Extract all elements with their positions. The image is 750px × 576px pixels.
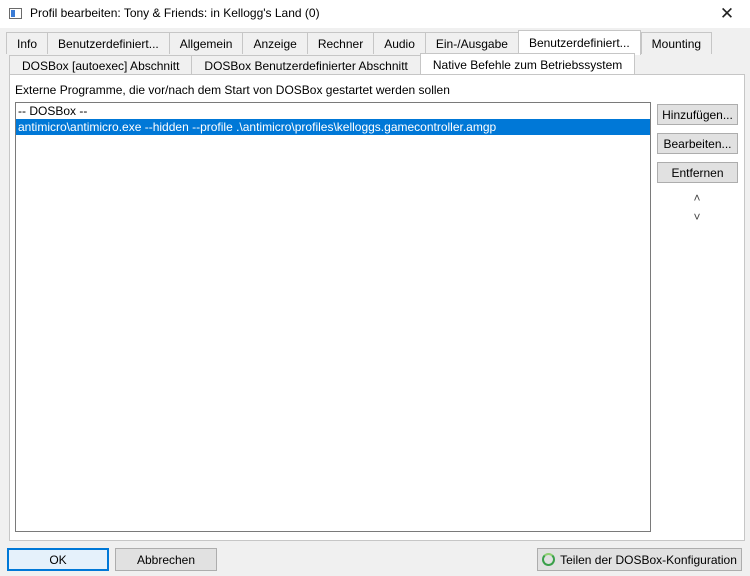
- list-item-selected[interactable]: antimicro\antimicro.exe --hidden --profi…: [16, 119, 650, 135]
- tab-audio[interactable]: Audio: [373, 32, 425, 54]
- add-button[interactable]: Hinzufügen...: [657, 104, 738, 125]
- program-list[interactable]: -- DOSBox -- antimicro\antimicro.exe --h…: [15, 102, 651, 532]
- tab-ein-ausgabe[interactable]: Ein-/Ausgabe: [424, 32, 518, 54]
- subtab-custom-section[interactable]: DOSBox Benutzerdefinierter Abschnitt: [191, 55, 420, 75]
- tab-info[interactable]: Info: [6, 32, 48, 54]
- window-title: Profil bearbeiten: Tony & Friends: in Ke…: [30, 6, 320, 20]
- close-icon: ✕: [719, 4, 735, 23]
- edit-button[interactable]: Bearbeiten...: [657, 133, 738, 154]
- move-down-icon[interactable]: ˅: [690, 210, 704, 224]
- tab-rechner[interactable]: Rechner: [306, 32, 374, 54]
- tab-benutzerdefiniert-2[interactable]: Benutzerdefiniert...: [517, 30, 641, 55]
- share-icon: [542, 553, 556, 566]
- share-config-button[interactable]: Teilen der DOSBox-Konfiguration: [537, 548, 742, 571]
- tab-mounting[interactable]: Mounting: [640, 32, 713, 54]
- ok-button[interactable]: OK: [7, 548, 109, 571]
- cancel-button[interactable]: Abbrechen: [115, 548, 217, 571]
- remove-button[interactable]: Entfernen: [657, 162, 738, 183]
- close-button[interactable]: ✕: [704, 0, 750, 28]
- app-window-icon: [9, 8, 22, 19]
- subtab-autoexec[interactable]: DOSBox [autoexec] Abschnitt: [9, 55, 192, 75]
- description-label: Externe Programme, die vor/nach dem Star…: [15, 83, 450, 97]
- move-up-icon[interactable]: ˄: [690, 191, 704, 205]
- tab-allgemein[interactable]: Allgemein: [168, 32, 243, 54]
- tab-anzeige[interactable]: Anzeige: [242, 32, 307, 54]
- tab-benutzerdefiniert-1[interactable]: Benutzerdefiniert...: [47, 32, 169, 54]
- subtab-native-commands[interactable]: Native Befehle zum Betriebssystem: [419, 53, 636, 75]
- main-tab-bar: Info Benutzerdefiniert... Allgemein Anze…: [6, 30, 713, 55]
- share-config-label: Teilen der DOSBox-Konfiguration: [560, 552, 737, 567]
- sub-tab-bar: DOSBox [autoexec] Abschnitt DOSBox Benut…: [9, 53, 636, 75]
- title-bar: Profil bearbeiten: Tony & Friends: in Ke…: [0, 0, 750, 28]
- list-item[interactable]: -- DOSBox --: [16, 103, 650, 119]
